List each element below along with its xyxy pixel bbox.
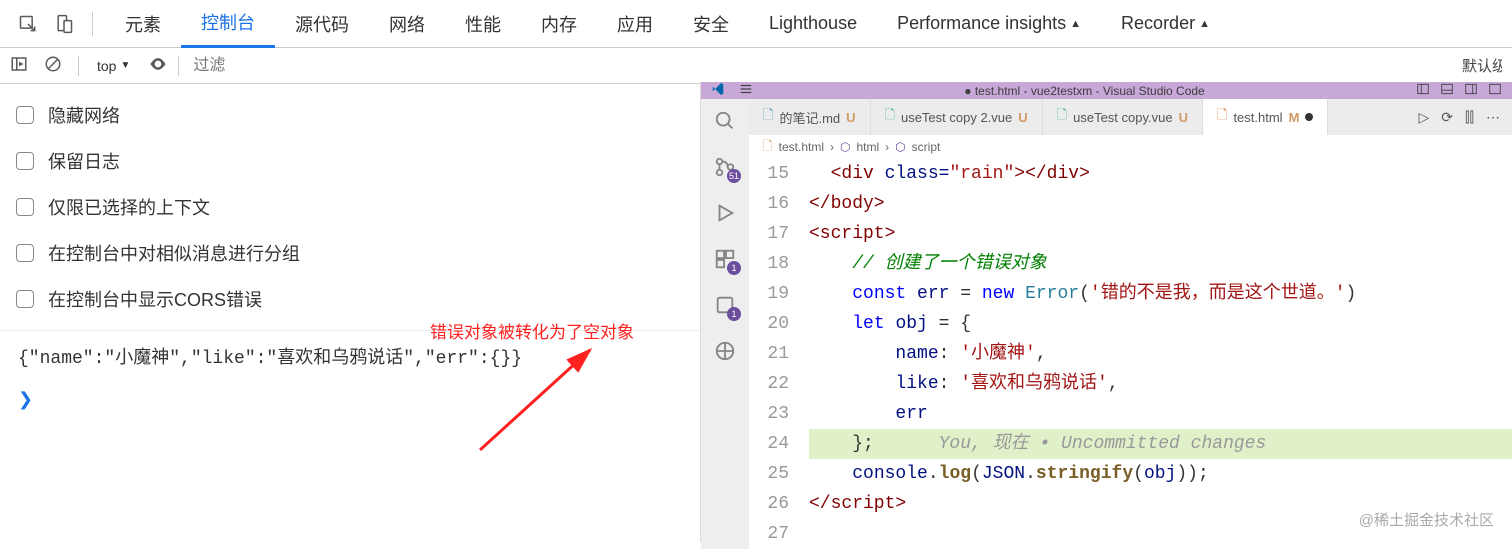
file-icon: 🗋 <box>885 106 895 128</box>
editor-tabs: 🗋的笔记.md U🗋useTest copy 2.vue U🗋useTest c… <box>749 99 1512 135</box>
layout-full-icon[interactable] <box>1488 82 1502 99</box>
code-line[interactable]: }; You, 现在 • Uncommitted changes <box>809 429 1512 459</box>
code-line[interactable]: err <box>809 399 1512 429</box>
devtools-tab[interactable]: 源代码 <box>275 0 369 48</box>
checkbox[interactable] <box>16 290 34 308</box>
editor-tab[interactable]: 🗋的笔记.md U <box>749 99 871 135</box>
setting-label: 在控制台中对相似消息进行分组 <box>48 240 300 266</box>
checkbox[interactable] <box>16 106 34 124</box>
devtools-tab[interactable]: 安全 <box>673 0 749 48</box>
layout-left-icon[interactable] <box>1416 82 1430 99</box>
search-icon[interactable] <box>711 107 739 135</box>
setting-label: 隐藏网络 <box>48 102 120 128</box>
console-setting-row[interactable]: 在控制台中显示CORS错误 <box>12 276 688 322</box>
eye-icon[interactable] <box>148 54 168 77</box>
split-icon[interactable]: ⫿⫿ <box>1465 109 1474 126</box>
devtools-tab[interactable]: 性能 <box>445 0 521 48</box>
editor-tab[interactable]: 🗋test.html M <box>1203 99 1328 135</box>
devtools-tab[interactable]: 网络 <box>369 0 445 48</box>
clear-console-icon[interactable] <box>44 55 68 76</box>
filter-input[interactable] <box>189 53 1452 79</box>
code-line[interactable]: name: '小魔神', <box>809 339 1512 369</box>
console-left-panel: 隐藏网络保留日志仅限已选择的上下文在控制台中对相似消息进行分组在控制台中显示CO… <box>0 84 700 542</box>
breadcrumb[interactable]: 🗋 test.html › ⬡ html › ⬡ script <box>749 135 1512 159</box>
setting-label: 仅限已选择的上下文 <box>48 194 210 220</box>
devtools-tab[interactable]: Lighthouse <box>749 0 877 48</box>
editor-tab[interactable]: 🗋useTest copy.vue U <box>1043 99 1203 135</box>
code-line[interactable]: <script> <box>809 219 1512 249</box>
sidebar-toggle-icon[interactable] <box>10 55 34 76</box>
checkbox[interactable] <box>16 198 34 216</box>
ext-icon[interactable]: 1 <box>711 291 739 319</box>
remote-icon[interactable] <box>711 337 739 365</box>
device-toggle-icon[interactable] <box>48 8 80 40</box>
console-setting-row[interactable]: 仅限已选择的上下文 <box>12 184 688 230</box>
devtools-tab[interactable]: 应用 <box>597 0 673 48</box>
activity-bar: 51 1 1 <box>701 99 749 549</box>
run-icon[interactable]: ▷ <box>1419 109 1430 126</box>
layout-right-icon[interactable] <box>1464 82 1478 99</box>
devtools-tab-bar: 元素控制台源代码网络性能内存应用安全LighthousePerformance … <box>0 0 1512 48</box>
console-toolbar: top ▼ 默认级别 <box>0 48 1512 84</box>
console-setting-row[interactable]: 在控制台中对相似消息进行分组 <box>12 230 688 276</box>
annotation-arrow <box>460 340 680 470</box>
checkbox[interactable] <box>16 152 34 170</box>
code-line[interactable]: <div class="rain"></div> <box>809 159 1512 189</box>
code-line[interactable]: let obj = { <box>809 309 1512 339</box>
dirty-indicator <box>1305 113 1313 121</box>
code-line[interactable]: like: '喜欢和乌鸦说话', <box>809 369 1512 399</box>
devtools-tab[interactable]: 内存 <box>521 0 597 48</box>
debug-icon[interactable] <box>711 199 739 227</box>
code-line[interactable]: </body> <box>809 189 1512 219</box>
code-line[interactable]: const err = new Error('错的不是我，而是这个世道。') <box>809 279 1512 309</box>
more-icon[interactable]: ⋯ <box>1486 109 1500 126</box>
symbol-icon: ⬡ <box>895 140 905 154</box>
watermark: @稀土掘金技术社区 <box>1359 509 1494 530</box>
symbol-icon: ⬡ <box>840 140 850 154</box>
code-line[interactable]: console.log(JSON.stringify(obj)); <box>809 459 1512 489</box>
console-setting-row[interactable]: 隐藏网络 <box>12 92 688 138</box>
scm-icon[interactable]: 51 <box>711 153 739 181</box>
setting-label: 在控制台中显示CORS错误 <box>48 286 262 312</box>
devtools-tab[interactable]: Recorder ▲ <box>1101 0 1230 48</box>
code-editor[interactable]: 15161718192021222324252627 <div class="r… <box>749 159 1512 549</box>
refresh-icon[interactable]: ⟳ <box>1441 109 1453 126</box>
file-icon: 🗋 <box>763 137 773 158</box>
setting-label: 保留日志 <box>48 148 120 174</box>
devtools-tab[interactable]: 元素 <box>105 0 181 48</box>
menu-icon[interactable] <box>739 82 753 99</box>
code-line[interactable]: // 创建了一个错误对象 <box>809 249 1512 279</box>
extensions-icon[interactable]: 1 <box>711 245 739 273</box>
layout-bottom-icon[interactable] <box>1440 82 1454 99</box>
file-icon: 🗋 <box>1057 106 1067 128</box>
levels-label[interactable]: 默认级别 <box>1462 55 1502 76</box>
vscode-logo-icon <box>711 82 725 99</box>
window-title: ● test.html - vue2testxm - Visual Studio… <box>753 84 1416 98</box>
file-icon: 🗋 <box>1217 106 1227 128</box>
checkbox[interactable] <box>16 244 34 262</box>
file-icon: 🗋 <box>763 106 773 128</box>
vscode-window: ● test.html - vue2testxm - Visual Studio… <box>700 82 1512 542</box>
devtools-tab[interactable]: 控制台 <box>181 0 275 48</box>
vscode-titlebar: ● test.html - vue2testxm - Visual Studio… <box>701 82 1512 99</box>
inspect-icon[interactable] <box>12 8 44 40</box>
devtools-tab[interactable]: Performance insights ▲ <box>877 0 1101 48</box>
editor-tab[interactable]: 🗋useTest copy 2.vue U <box>871 99 1043 135</box>
console-setting-row[interactable]: 保留日志 <box>12 138 688 184</box>
context-selector[interactable]: top ▼ <box>89 56 138 76</box>
